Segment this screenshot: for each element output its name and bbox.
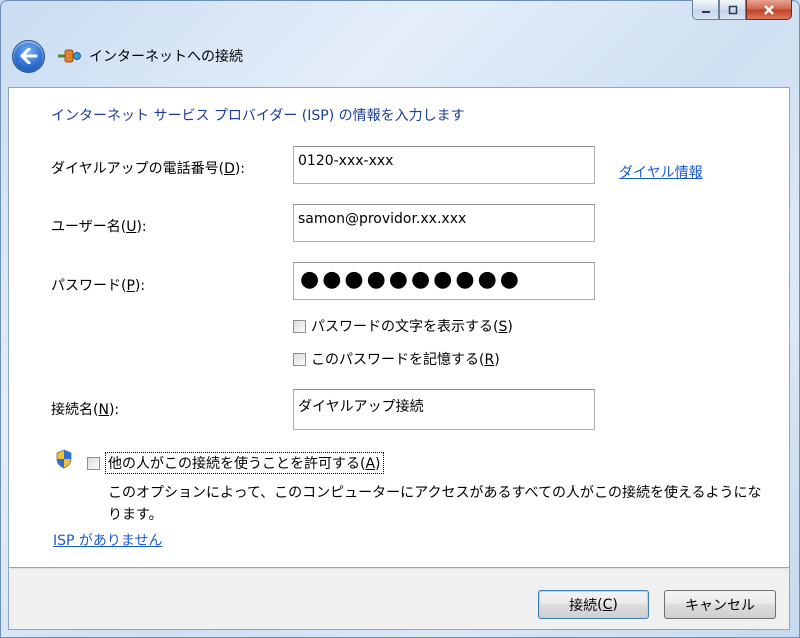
cancel-button[interactable]: キャンセル bbox=[664, 590, 776, 619]
phone-field[interactable]: 0120-xxx-xxx bbox=[293, 146, 595, 184]
allow-others-description: このオプションによって、このコンピューターにアクセスがあるすべての人がこの接続を… bbox=[108, 485, 762, 523]
show-password-label: パスワードの文字を表示する(S) bbox=[311, 319, 513, 335]
content-panel: インターネット サービス プロバイダー (ISP) の情報を入力します ダイヤル… bbox=[8, 87, 790, 568]
back-arrow-icon bbox=[20, 48, 37, 64]
connection-name-label: 接続名(N): bbox=[51, 402, 120, 418]
dialog-window: インターネットへの接続 インターネット サービス プロバイダー (ISP) の情… bbox=[0, 0, 800, 638]
dial-info-link[interactable]: ダイヤル情報 bbox=[619, 162, 703, 182]
network-connection-icon bbox=[57, 46, 81, 66]
maximize-button[interactable] bbox=[719, 0, 746, 20]
window-title: インターネットへの接続 bbox=[89, 49, 243, 65]
connect-button[interactable]: 接続(C) bbox=[538, 590, 649, 619]
maximize-icon bbox=[728, 5, 737, 14]
page-heading: インターネット サービス プロバイダー (ISP) の情報を入力します bbox=[51, 108, 465, 124]
allow-others-label: 他の人がこの接続を使うことを許可する(A) bbox=[105, 452, 384, 474]
minimize-icon bbox=[701, 10, 710, 13]
password-field[interactable]: ●●●●●●●●●● bbox=[293, 262, 595, 300]
minimize-button[interactable] bbox=[692, 0, 719, 20]
allow-others-checkbox[interactable] bbox=[87, 456, 100, 470]
phone-label: ダイヤルアップの電話番号(D): bbox=[51, 161, 246, 177]
close-icon bbox=[764, 4, 774, 15]
title-row: インターネットへの接続 bbox=[12, 36, 243, 76]
no-isp-link[interactable]: ISP がありません bbox=[53, 530, 163, 550]
uac-shield-icon bbox=[56, 449, 72, 469]
remember-password-checkbox[interactable] bbox=[293, 352, 306, 366]
button-bar: 接続(C) キャンセル bbox=[8, 568, 790, 630]
username-label: ユーザー名(U): bbox=[51, 219, 147, 235]
back-button[interactable] bbox=[12, 39, 45, 73]
close-button[interactable] bbox=[746, 0, 792, 20]
remember-password-label: このパスワードを記憶する(R) bbox=[311, 352, 500, 368]
show-password-option[interactable]: パスワードの文字を表示する(S) bbox=[293, 316, 513, 336]
show-password-checkbox[interactable] bbox=[293, 319, 306, 333]
connection-name-field[interactable]: ダイヤルアップ接続 bbox=[293, 389, 595, 430]
username-field[interactable]: samon@providor.xx.xxx bbox=[293, 204, 595, 242]
password-label: パスワード(P): bbox=[51, 278, 146, 294]
allow-others-option[interactable]: 他の人がこの接続を使うことを許可する(A) bbox=[87, 452, 384, 474]
remember-password-option[interactable]: このパスワードを記憶する(R) bbox=[293, 349, 500, 369]
caption-buttons bbox=[692, 0, 792, 24]
